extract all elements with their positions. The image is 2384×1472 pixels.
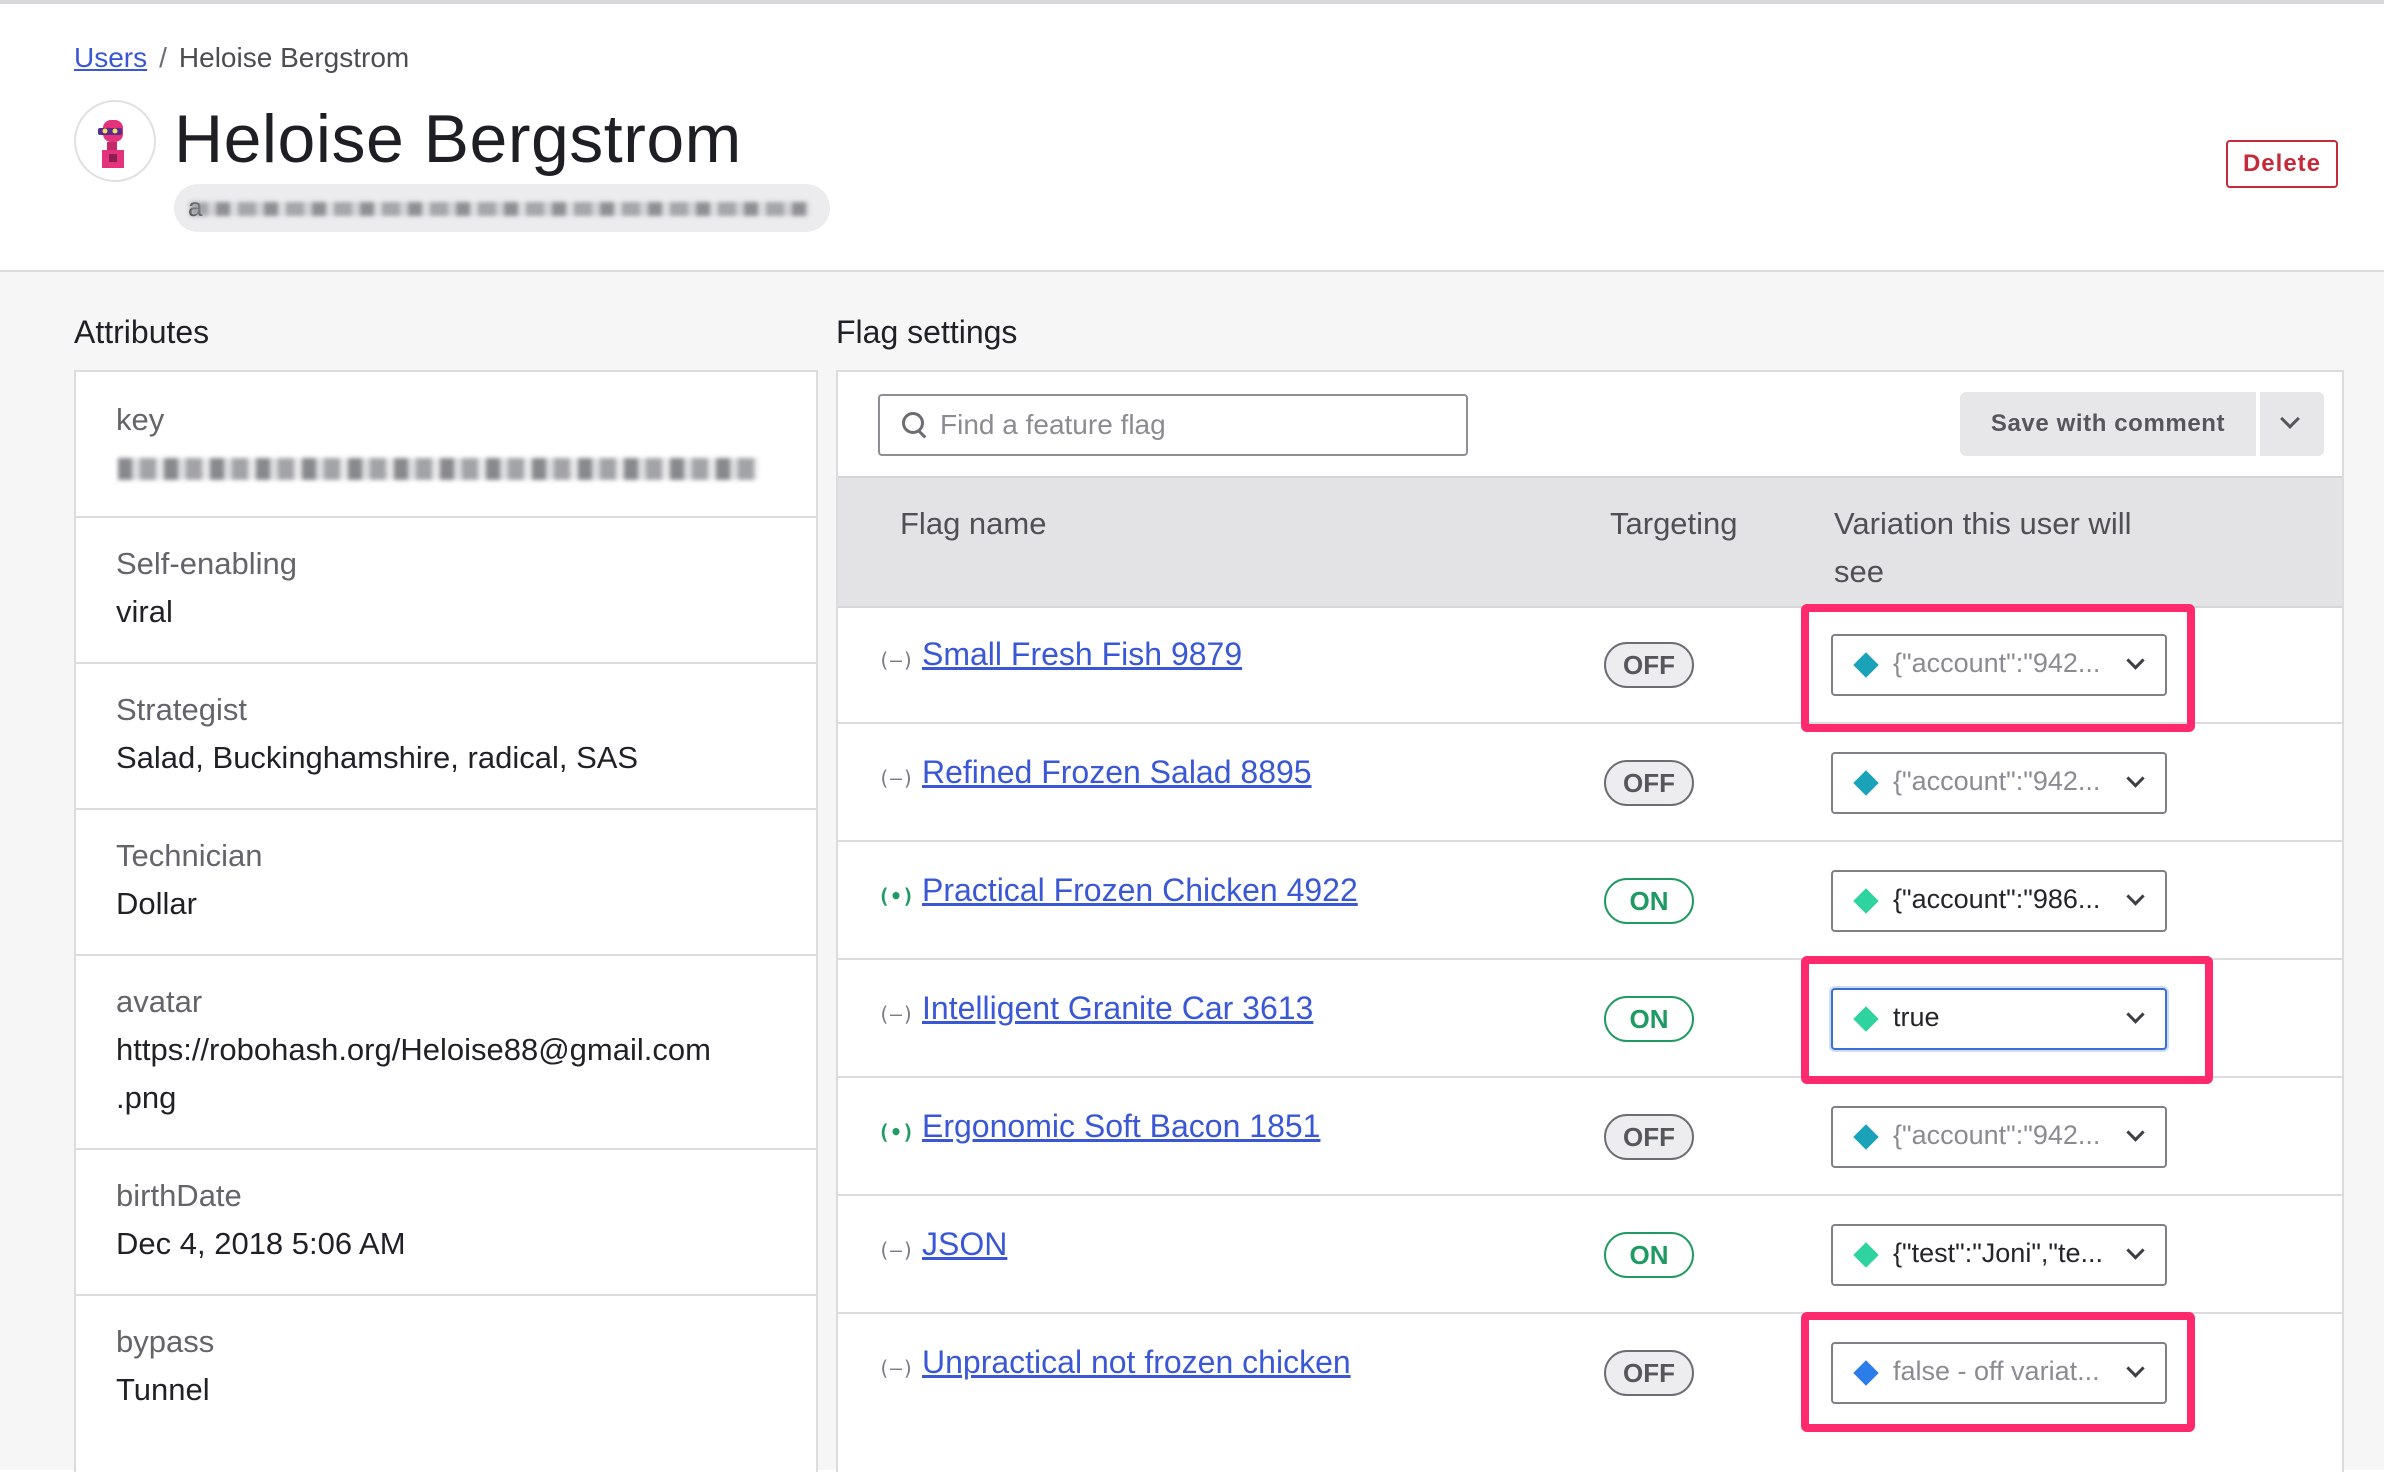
targeting-toggle[interactable]: OFF bbox=[1604, 1350, 1694, 1396]
annotation-highlight bbox=[1801, 956, 2213, 1084]
attribute-value: Salad, Buckinghamshire, radical, SAS bbox=[116, 740, 639, 775]
chevron-down-icon bbox=[2126, 1123, 2145, 1142]
variation-diamond-icon bbox=[1853, 1124, 1879, 1150]
attribute-value: .png bbox=[116, 1080, 177, 1115]
chevron-down-icon bbox=[2280, 409, 2300, 429]
flag-link[interactable]: JSON bbox=[922, 1226, 1007, 1263]
variation-select[interactable]: {"account":"942... bbox=[1831, 1106, 2167, 1168]
flag-settings-card: Save with comment Flag name Targeting Va… bbox=[836, 370, 2344, 1472]
attribute-row: Self-enabling viral bbox=[76, 518, 816, 664]
flags-table-header: Flag name Targeting Variation this user … bbox=[838, 476, 2342, 608]
flag-link[interactable]: Refined Frozen Salad 8895 bbox=[922, 754, 1312, 791]
variation-diamond-icon bbox=[1853, 888, 1879, 914]
breadcrumb: Users / Heloise Bergstrom bbox=[74, 42, 409, 74]
attribute-row: birthDate Dec 4, 2018 5:06 AM bbox=[76, 1150, 816, 1296]
user-key-redacted bbox=[190, 202, 810, 216]
variation-select[interactable]: {"account":"942... bbox=[1831, 752, 2167, 814]
flag-link[interactable]: Intelligent Granite Car 3613 bbox=[922, 990, 1313, 1027]
flag-link[interactable]: Practical Frozen Chicken 4922 bbox=[922, 872, 1358, 909]
flag-row: (–) JSON ON {"test":"Joni","te... bbox=[838, 1196, 2342, 1314]
attribute-value: Dollar bbox=[116, 886, 197, 921]
variation-diamond-icon bbox=[1853, 1242, 1879, 1268]
avatar bbox=[74, 100, 156, 182]
flag-row: (•) Ergonomic Soft Bacon 1851 OFF {"acco… bbox=[838, 1078, 2342, 1196]
flag-link[interactable]: Unpractical not frozen chicken bbox=[922, 1344, 1351, 1381]
flag-status-inactive-icon: (–) bbox=[878, 648, 915, 672]
attribute-label: Strategist bbox=[116, 692, 247, 727]
targeting-toggle[interactable]: OFF bbox=[1604, 642, 1694, 688]
attribute-label: avatar bbox=[116, 984, 203, 1019]
flag-status-inactive-icon: (–) bbox=[878, 1238, 915, 1262]
attribute-label: key bbox=[116, 402, 165, 437]
breadcrumb-separator: / bbox=[159, 42, 167, 73]
attribute-value: viral bbox=[116, 594, 173, 629]
column-header-flag-name: Flag name bbox=[900, 506, 1047, 541]
attribute-value: Dec 4, 2018 5:06 AM bbox=[116, 1226, 406, 1261]
attributes-title: Attributes bbox=[74, 314, 210, 350]
page-title: Heloise Bergstrom bbox=[174, 101, 742, 177]
annotation-highlight bbox=[1801, 604, 2195, 732]
attribute-row: avatar https://robohash.org/Heloise88@gm… bbox=[76, 956, 816, 1150]
save-with-comment-button[interactable]: Save with comment bbox=[1960, 392, 2256, 456]
variation-value: {"account":"942... bbox=[1893, 766, 2101, 796]
targeting-toggle[interactable]: ON bbox=[1604, 996, 1694, 1042]
flag-settings-title: Flag settings bbox=[836, 314, 1018, 350]
attribute-row: Strategist Salad, Buckinghamshire, radic… bbox=[76, 664, 816, 810]
variation-value: {"account":"986... bbox=[1893, 884, 2101, 914]
column-header-variation-cont: see bbox=[1834, 554, 1884, 589]
flag-status-live-icon: (•) bbox=[878, 884, 915, 908]
attribute-value: Tunnel bbox=[116, 1372, 210, 1407]
flag-row: (•) Practical Frozen Chicken 4922 ON {"a… bbox=[838, 842, 2342, 960]
flag-status-live-icon: (•) bbox=[878, 1120, 915, 1144]
variation-select[interactable]: {"account":"986... bbox=[1831, 870, 2167, 932]
targeting-toggle[interactable]: ON bbox=[1604, 1232, 1694, 1278]
flag-status-inactive-icon: (–) bbox=[878, 1002, 915, 1026]
flag-status-inactive-icon: (–) bbox=[878, 1356, 915, 1380]
attribute-label: Technician bbox=[116, 838, 263, 873]
variation-value: {"test":"Joni","te... bbox=[1893, 1238, 2104, 1268]
save-options-dropdown[interactable] bbox=[2260, 392, 2324, 456]
chevron-down-icon bbox=[2126, 769, 2145, 788]
flag-search-input[interactable] bbox=[938, 404, 1452, 446]
flag-row: (–) Refined Frozen Salad 8895 OFF {"acco… bbox=[838, 724, 2342, 842]
flag-link[interactable]: Ergonomic Soft Bacon 1851 bbox=[922, 1108, 1320, 1145]
page-header: Users / Heloise Bergstrom Heloise Bergstro… bbox=[0, 4, 2384, 272]
breadcrumb-current: Heloise Bergstrom bbox=[178, 42, 410, 73]
attribute-value-redacted bbox=[118, 458, 758, 480]
variation-value: {"account":"942... bbox=[1893, 1120, 2101, 1150]
column-header-variation: Variation this user will bbox=[1834, 506, 2132, 541]
variation-diamond-icon bbox=[1853, 770, 1879, 796]
targeting-toggle[interactable]: ON bbox=[1604, 878, 1694, 924]
attributes-card: key Self-enabling viral Strategist Salad… bbox=[74, 370, 818, 1472]
attribute-label: Self-enabling bbox=[116, 546, 297, 581]
targeting-toggle[interactable]: OFF bbox=[1604, 760, 1694, 806]
search-icon bbox=[902, 412, 924, 434]
main-content: Attributes Flag settings key Self-enabli… bbox=[0, 272, 2384, 1472]
robot-avatar-icon bbox=[98, 120, 124, 168]
chevron-down-icon bbox=[2126, 887, 2145, 906]
annotation-highlight bbox=[1801, 1312, 2195, 1432]
attribute-label: bypass bbox=[116, 1324, 215, 1359]
attribute-label: birthDate bbox=[116, 1178, 242, 1213]
flag-search-box bbox=[878, 394, 1468, 456]
flag-link[interactable]: Small Fresh Fish 9879 bbox=[922, 636, 1242, 673]
attribute-row: Technician Dollar bbox=[76, 810, 816, 956]
attribute-row-key: key bbox=[76, 372, 816, 518]
attribute-value: https://robohash.org/Heloise88@gmail.com bbox=[116, 1032, 711, 1067]
column-header-targeting: Targeting bbox=[1610, 506, 1738, 541]
breadcrumb-users-link[interactable]: Users bbox=[74, 42, 147, 73]
delete-button[interactable]: Delete bbox=[2226, 140, 2338, 188]
attribute-row: bypass Tunnel bbox=[76, 1296, 816, 1472]
targeting-toggle[interactable]: OFF bbox=[1604, 1114, 1694, 1160]
user-key-pill: a bbox=[174, 184, 830, 232]
flag-status-inactive-icon: (–) bbox=[878, 766, 915, 790]
variation-select[interactable]: {"test":"Joni","te... bbox=[1831, 1224, 2167, 1286]
chevron-down-icon bbox=[2126, 1241, 2145, 1260]
